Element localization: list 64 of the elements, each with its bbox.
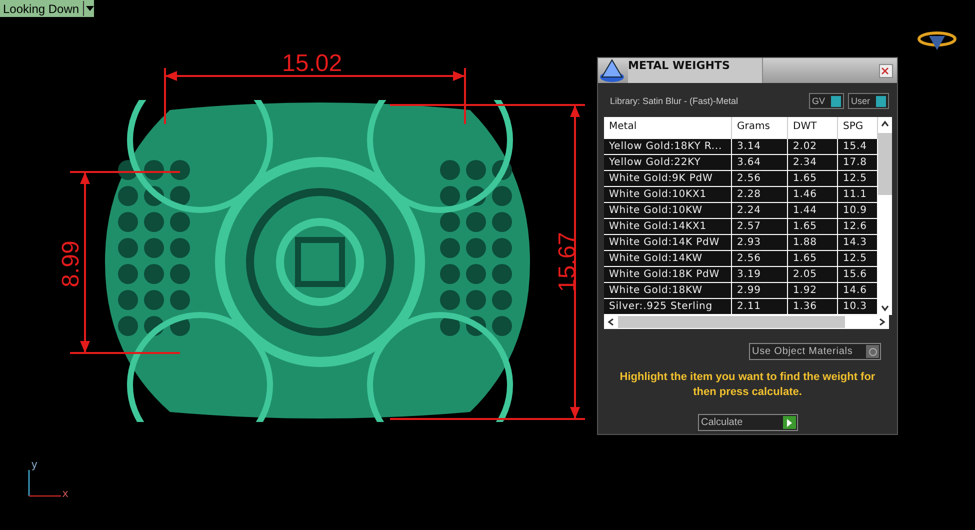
instruction-text: Highlight the item you want to find the weight for then press calculate.	[618, 370, 876, 400]
close-icon	[880, 66, 890, 76]
toggle-button[interactable]: GV	[808, 93, 844, 109]
table-cell: 14.3	[838, 235, 878, 251]
table-cell: White Gold:14KW	[604, 251, 732, 267]
toggle-button[interactable]: User	[848, 93, 889, 109]
table-cell: 1.92	[788, 283, 838, 299]
table-cell: 1.65	[788, 251, 838, 267]
calculate-button[interactable]: Calculate	[698, 414, 798, 431]
table-cell: 10.9	[838, 203, 878, 219]
table-cell: 17.8	[838, 155, 878, 171]
table-cell: 3.64	[732, 155, 788, 171]
table-cell: White Gold:18K PdW	[604, 267, 732, 283]
vertical-scrollbar[interactable]	[878, 117, 892, 315]
dimension-label: 8.99	[59, 240, 84, 288]
table-cell: 2.99	[732, 283, 788, 299]
table-cell: 15.6	[838, 267, 878, 283]
table-cell: 1.44	[788, 203, 838, 219]
use-object-materials-button[interactable]: Use Object Materials	[749, 343, 881, 360]
table-cell: 11.1	[838, 187, 878, 203]
dimension-label: 15.02	[282, 52, 342, 76]
table-cell: 2.05	[788, 267, 838, 283]
table-cell: Yellow Gold:22KY	[604, 155, 732, 171]
table-cell: 2.93	[732, 235, 788, 251]
table-cell: White Gold:10KW	[604, 203, 732, 219]
table-cell: Silver:.925 Sterling	[604, 299, 732, 315]
x-axis-label: x	[62, 487, 69, 500]
table-cell: 10.3	[838, 299, 878, 315]
view-dropdown[interactable]: Looking Down	[0, 0, 94, 17]
table-cell: 1.65	[788, 219, 838, 235]
table-cell: 2.57	[732, 219, 788, 235]
table-cell: 14.6	[838, 283, 878, 299]
table-cell: 12.5	[838, 251, 878, 267]
table-cell: 2.11	[732, 299, 788, 315]
table-cell: 1.46	[788, 187, 838, 203]
table-cell: 3.19	[732, 267, 788, 283]
axis-icon	[27, 470, 63, 498]
table-cell: 3.14	[732, 139, 788, 155]
table-cell: White Gold:10KX1	[604, 187, 732, 203]
library-label: Library: Satin Blur - (Fast)-Metal	[610, 96, 738, 106]
table-cell: 2.56	[732, 171, 788, 187]
y-axis-label: y	[31, 458, 38, 471]
table-cell: Yellow Gold:18KY R...	[604, 139, 732, 155]
close-button[interactable]	[879, 64, 893, 78]
table-cell: 2.02	[788, 139, 838, 155]
table-cell: 1.88	[788, 235, 838, 251]
table-cell: White Gold:18KW	[604, 283, 732, 299]
chevron-icon[interactable]	[880, 119, 890, 129]
chevron-icon[interactable]	[606, 317, 616, 327]
table-cell: White Gold:14K PdW	[604, 235, 732, 251]
logo-icon	[917, 30, 957, 52]
table-cell: 2.24	[732, 203, 788, 219]
table-cell: White Gold:14KX1	[604, 219, 732, 235]
pyramid-icon	[599, 59, 625, 83]
table-cell: 1.36	[788, 299, 838, 315]
table-cell: 2.56	[732, 251, 788, 267]
table-cell: 12.5	[838, 171, 878, 187]
table-cell: 2.34	[788, 155, 838, 171]
table-cell: 15.4	[838, 139, 878, 155]
table-cell: 2.28	[732, 187, 788, 203]
window-title: METAL WEIGHTS	[628, 58, 763, 83]
table-cell: 12.6	[838, 219, 878, 235]
table-cell: 1.65	[788, 171, 838, 187]
table-cell: White Gold:9K PdW	[604, 171, 732, 187]
